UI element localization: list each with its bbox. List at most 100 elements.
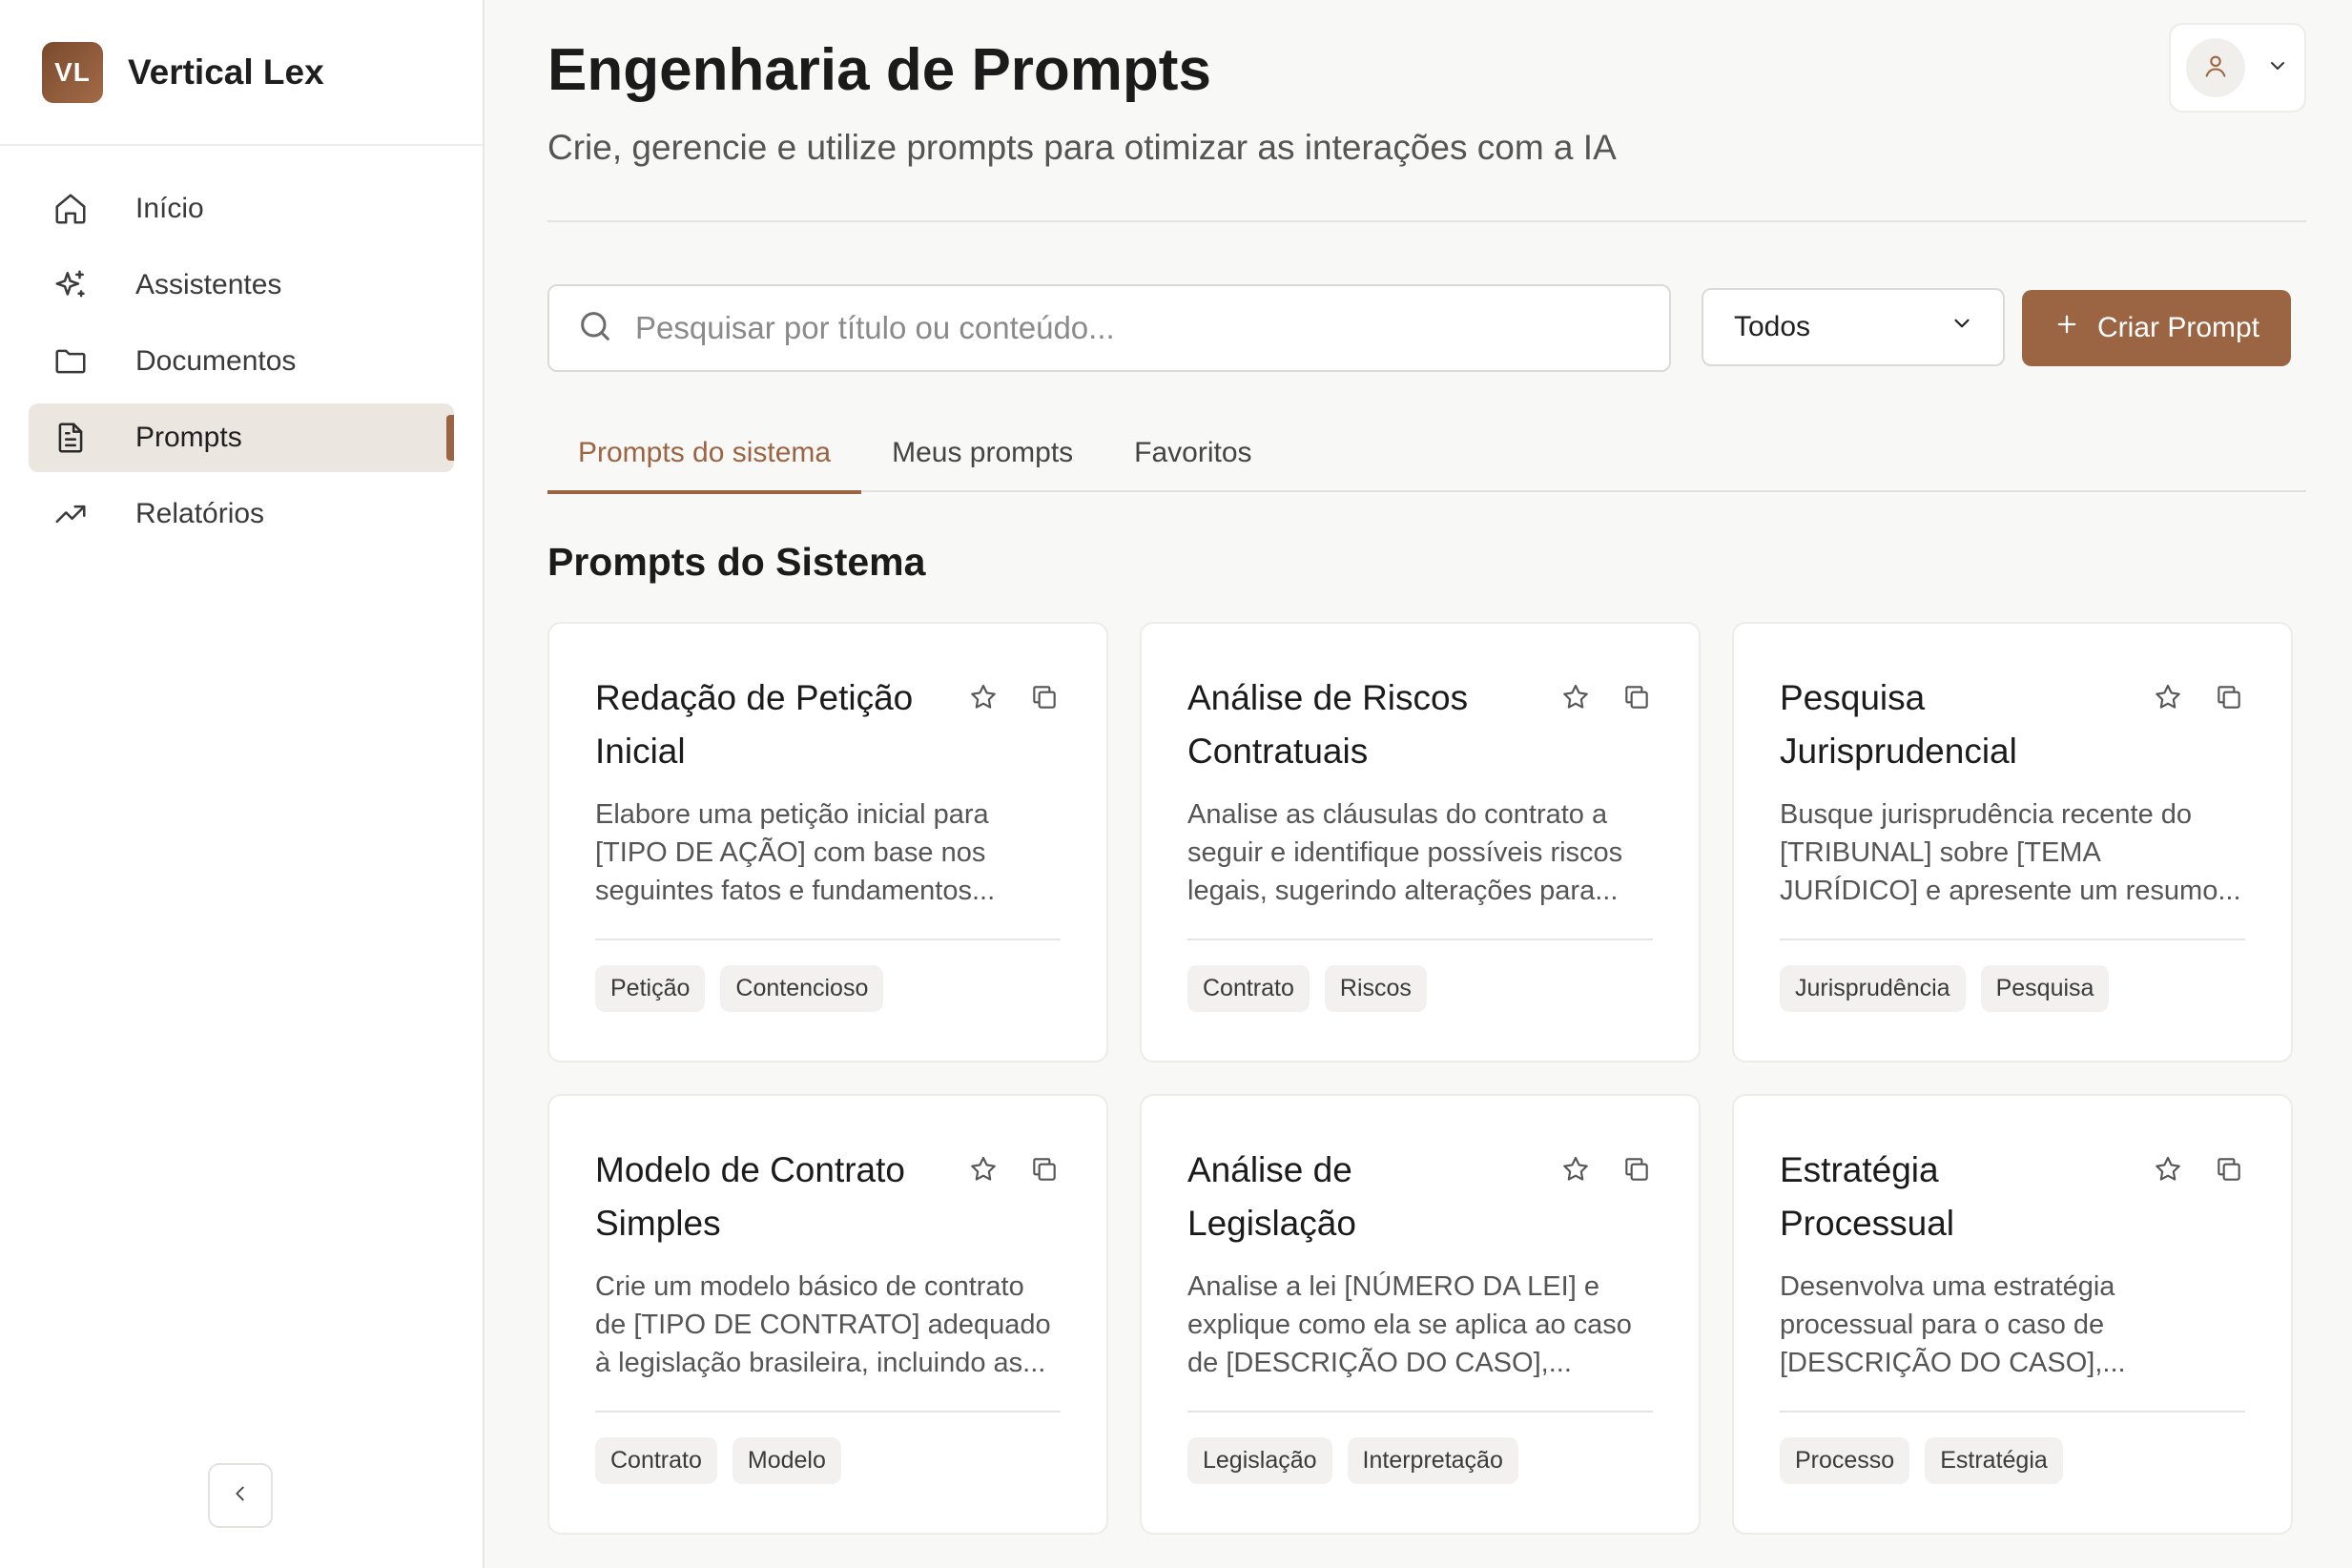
header-divider xyxy=(547,220,2306,222)
chevron-down-icon xyxy=(1950,311,1974,343)
tag[interactable]: Interpretação xyxy=(1347,1437,1518,1484)
card-tags: Legislação Interpretação xyxy=(1187,1437,1653,1484)
home-icon xyxy=(50,188,92,230)
sidebar-item-label: Documentos xyxy=(135,345,297,377)
card-divider xyxy=(1187,939,1653,940)
card-description: Elabore uma petição inicial para [TIPO D… xyxy=(595,799,996,906)
card-title: Pesquisa Jurisprudencial xyxy=(1780,678,2017,771)
app-root: VL Vertical Lex Início Assistentes Docum… xyxy=(0,0,2352,1568)
collapse-sidebar-button[interactable] xyxy=(208,1463,273,1528)
search-bar[interactable] xyxy=(547,284,1671,372)
prompt-card[interactable]: Estratégia Processual Desenvolva uma est… xyxy=(1732,1094,2293,1535)
chevron-left-icon xyxy=(230,1483,251,1509)
copy-icon[interactable] xyxy=(1620,681,1653,713)
sidebar-item-label: Início xyxy=(135,193,204,224)
chevron-down-icon xyxy=(2266,54,2289,82)
tag[interactable]: Contrato xyxy=(595,1437,717,1484)
sidebar-item-prompts[interactable]: Prompts xyxy=(29,403,454,472)
user-icon xyxy=(2202,52,2229,84)
star-icon[interactable] xyxy=(1559,681,1592,713)
sidebar-item-label: Prompts xyxy=(135,422,242,453)
prompt-card-grid: Redação de Petição Inicial Elabore uma p… xyxy=(547,622,2293,1535)
file-text-icon xyxy=(50,417,92,459)
tag[interactable]: Petição xyxy=(595,965,706,1012)
tab-favoritos[interactable]: Favoritos xyxy=(1104,420,1282,492)
card-divider xyxy=(595,1411,1061,1413)
card-title: Redação de Petição Inicial xyxy=(595,678,914,771)
tag[interactable]: Estratégia xyxy=(1925,1437,2063,1484)
copy-icon[interactable] xyxy=(2213,681,2245,713)
star-icon[interactable] xyxy=(967,1153,1000,1186)
sidebar: VL Vertical Lex Início Assistentes Docum… xyxy=(0,0,485,1568)
tab-meus-prompts[interactable]: Meus prompts xyxy=(861,420,1104,492)
sidebar-item-documentos[interactable]: Documentos xyxy=(29,327,454,396)
folder-icon xyxy=(50,340,92,382)
prompt-tabs: Prompts do sistema Meus prompts Favorito… xyxy=(547,420,2306,494)
sidebar-item-label: Relatórios xyxy=(135,498,265,529)
prompt-card[interactable]: Análise de Riscos Contratuais Analise as… xyxy=(1140,622,1701,1063)
card-tags: Processo Estratégia xyxy=(1780,1437,2245,1484)
prompt-card[interactable]: Pesquisa Jurisprudencial Busque jurispru… xyxy=(1732,622,2293,1063)
page-subtitle: Crie, gerencie e utilize prompts para ot… xyxy=(547,128,1617,167)
card-tags: Contrato Modelo xyxy=(595,1437,1061,1484)
tag[interactable]: Riscos xyxy=(1324,965,1427,1012)
copy-icon[interactable] xyxy=(1028,681,1061,713)
copy-icon[interactable] xyxy=(1028,1153,1061,1186)
tab-prompts-do-sistema[interactable]: Prompts do sistema xyxy=(547,420,862,494)
card-title: Modelo de Contrato Simples xyxy=(595,1150,905,1243)
copy-icon[interactable] xyxy=(1620,1153,1653,1186)
create-prompt-label: Criar Prompt xyxy=(2096,312,2260,343)
filter-selected-value: Todos xyxy=(1734,311,1811,342)
section-title: Prompts do Sistema xyxy=(547,540,926,584)
brand-name: Vertical Lex xyxy=(128,52,324,92)
card-description: Analise as cláusulas do contrato a segui… xyxy=(1187,799,1623,906)
card-description: Analise a lei [NÚMERO DA LEI] e explique… xyxy=(1187,1271,1632,1378)
tag[interactable]: Contrato xyxy=(1187,965,1310,1012)
tag[interactable]: Contencioso xyxy=(720,965,884,1012)
sidebar-item-inicio[interactable]: Início xyxy=(29,175,454,243)
sidebar-nav: Início Assistentes Documentos Prompts Re… xyxy=(0,146,483,548)
page-title: Engenharia de Prompts xyxy=(547,37,1211,103)
star-icon[interactable] xyxy=(2152,1153,2184,1186)
card-tags: Jurisprudência Pesquisa xyxy=(1780,965,2245,1012)
category-filter-select[interactable]: Todos xyxy=(1702,288,2005,366)
brand[interactable]: VL Vertical Lex xyxy=(0,0,483,146)
tag[interactable]: Modelo xyxy=(732,1437,841,1484)
sidebar-item-relatorios[interactable]: Relatórios xyxy=(29,480,454,548)
card-divider xyxy=(1780,1411,2245,1413)
star-icon[interactable] xyxy=(967,681,1000,713)
create-prompt-button[interactable]: Criar Prompt xyxy=(2022,290,2291,366)
prompt-card[interactable]: Modelo de Contrato Simples Crie um model… xyxy=(547,1094,1108,1535)
plus-icon xyxy=(2053,311,2080,345)
trending-up-icon xyxy=(50,493,92,535)
search-icon xyxy=(576,307,614,350)
star-icon[interactable] xyxy=(1559,1153,1592,1186)
tag[interactable]: Jurisprudência xyxy=(1780,965,1966,1012)
card-title: Análise de Legislação xyxy=(1187,1150,1356,1243)
prompt-card[interactable]: Redação de Petição Inicial Elabore uma p… xyxy=(547,622,1108,1063)
card-description: Crie um modelo básico de contrato de [TI… xyxy=(595,1271,1051,1378)
card-divider xyxy=(1187,1411,1653,1413)
card-divider xyxy=(595,939,1061,940)
prompt-card[interactable]: Análise de Legislação Analise a lei [NÚM… xyxy=(1140,1094,1701,1535)
brand-logo: VL xyxy=(42,41,103,103)
star-icon[interactable] xyxy=(2152,681,2184,713)
card-divider xyxy=(1780,939,2245,940)
main-content: Engenharia de Prompts Crie, gerencie e u… xyxy=(486,0,2352,1568)
search-input[interactable] xyxy=(635,310,1589,346)
card-tags: Petição Contencioso xyxy=(595,965,1061,1012)
avatar xyxy=(2186,38,2245,97)
card-title: Estratégia Processual xyxy=(1780,1150,1955,1243)
copy-icon[interactable] xyxy=(2213,1153,2245,1186)
card-description: Busque jurisprudência recente do [TRIBUN… xyxy=(1780,799,2241,906)
user-menu-button[interactable] xyxy=(2169,23,2306,113)
tag[interactable]: Legislação xyxy=(1187,1437,1332,1484)
card-title: Análise de Riscos Contratuais xyxy=(1187,678,1469,771)
sidebar-item-assistentes[interactable]: Assistentes xyxy=(29,251,454,320)
sparkles-icon xyxy=(50,264,92,306)
tag[interactable]: Processo xyxy=(1780,1437,1910,1484)
card-tags: Contrato Riscos xyxy=(1187,965,1653,1012)
card-description: Desenvolva uma estratégia processual par… xyxy=(1780,1271,2126,1378)
tag[interactable]: Pesquisa xyxy=(1980,965,2110,1012)
sidebar-item-label: Assistentes xyxy=(135,269,282,300)
